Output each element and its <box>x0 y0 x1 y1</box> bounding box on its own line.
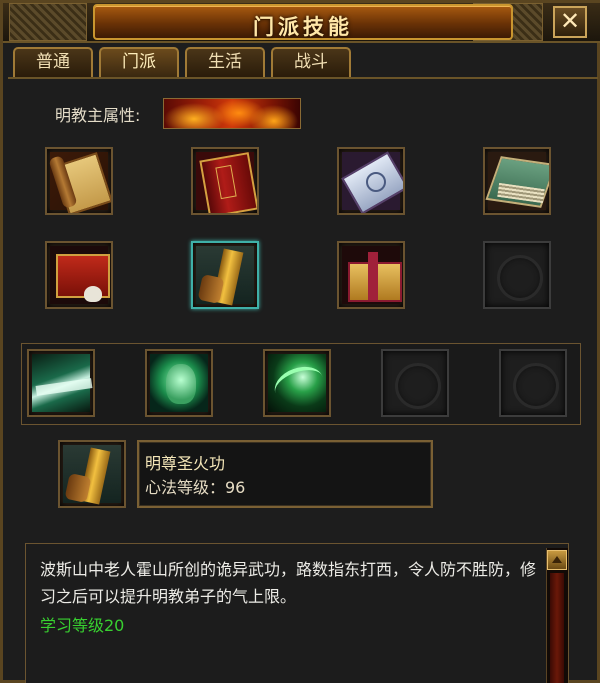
scroll-up-button[interactable] <box>547 550 567 570</box>
skill-slot-10[interactable] <box>145 349 213 417</box>
tab-combat[interactable]: 战斗 <box>271 47 351 77</box>
gold-tablet-icon <box>63 445 121 503</box>
skill-slot-1[interactable] <box>45 147 113 215</box>
learn-level-requirement: 学习等级20 <box>40 616 125 635</box>
skill-slot-4[interactable] <box>483 147 551 215</box>
skill-description: 波斯山中老人霍山所创的诡异武功，路数指东打西，令人防不胜防，修习之后可以提升明教… <box>40 560 537 606</box>
green-swirl-icon <box>268 354 326 412</box>
skill-slot-2[interactable] <box>191 147 259 215</box>
tab-life[interactable]: 生活 <box>185 47 265 77</box>
red-book-icon <box>196 152 254 210</box>
tab-normal[interactable]: 普通 <box>13 47 93 77</box>
skill-window: 门派技能 ✕ 普通 门派 生活 战斗 明教主属性: 明尊圣火功 心法等级：96 … <box>0 0 600 683</box>
scroll-icon <box>50 152 108 210</box>
blue-scroll-icon <box>342 152 400 210</box>
tab-divider <box>8 77 598 79</box>
green-face-icon <box>150 354 208 412</box>
fire-attribute-icon <box>163 98 301 129</box>
red-scroll-skull-icon <box>50 246 110 304</box>
gold-tablet-icon <box>196 246 254 304</box>
skill-info-box: 明尊圣火功 心法等级：96 <box>137 440 433 508</box>
scroll-track[interactable] <box>550 573 564 683</box>
skill-slot-3[interactable] <box>337 147 405 215</box>
title-plate: 门派技能 <box>93 4 513 40</box>
tab-sect[interactable]: 门派 <box>99 47 179 77</box>
selected-skill-icon-slot <box>58 440 126 508</box>
empty-slot-icon[interactable] <box>483 241 551 309</box>
skill-level: 心法等级：96 <box>145 478 246 497</box>
title-ornament-left <box>9 3 87 41</box>
skill-slot-7[interactable] <box>337 241 405 309</box>
empty-slot-icon[interactable] <box>499 349 567 417</box>
empty-slot-icon[interactable] <box>381 349 449 417</box>
attribute-label: 明教主属性: <box>55 106 141 125</box>
gift-box-icon <box>342 246 402 304</box>
skill-name: 明尊圣火功 <box>145 454 226 473</box>
window-title: 门派技能 <box>253 15 353 39</box>
green-blade-icon <box>32 354 90 412</box>
skill-slot-9[interactable] <box>27 349 95 417</box>
skill-slot-6-selected[interactable] <box>191 241 259 309</box>
close-button[interactable]: ✕ <box>553 6 587 38</box>
skill-slot-5[interactable] <box>45 241 113 309</box>
skill-slot-11[interactable] <box>263 349 331 417</box>
description-box: 波斯山中老人霍山所创的诡异武功，路数指东打西，令人防不胜防，修习之后可以提升明教… <box>25 543 569 683</box>
green-book-icon <box>488 152 546 210</box>
title-bar[interactable]: 门派技能 ✕ <box>3 3 600 43</box>
